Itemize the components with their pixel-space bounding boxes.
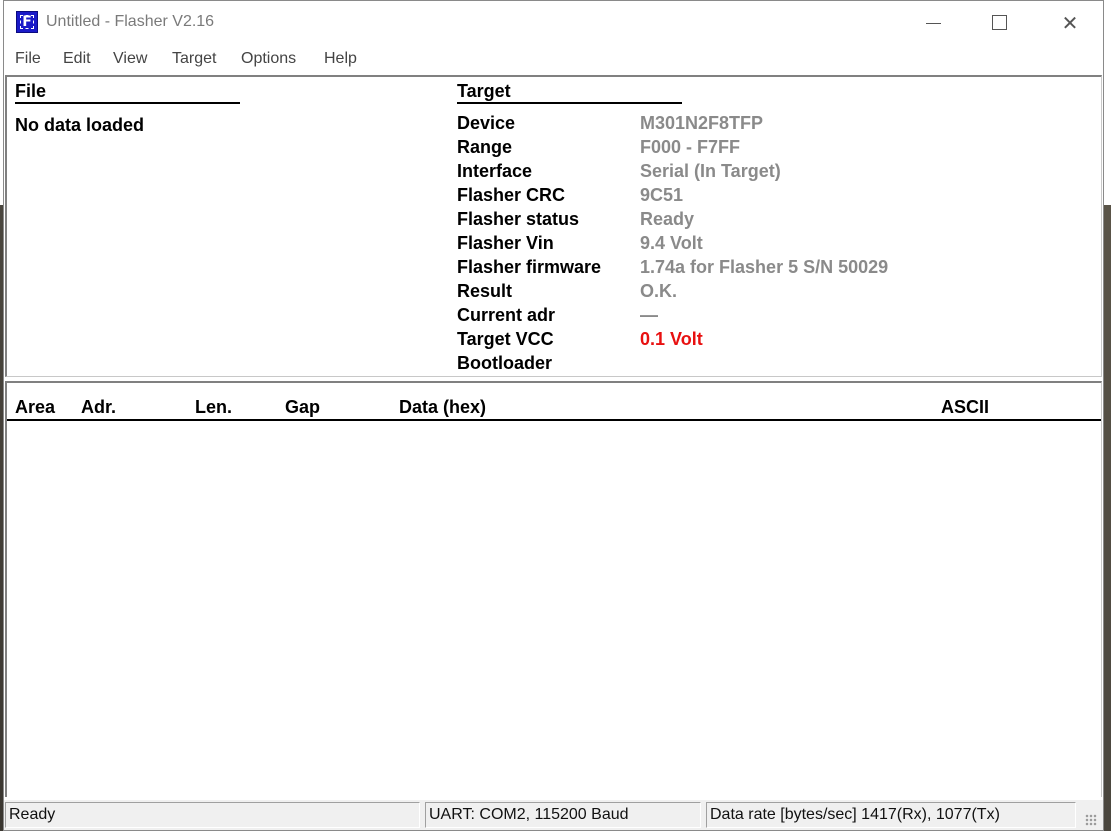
maximize-button[interactable] (976, 1, 1022, 45)
column-header-gap[interactable]: Gap (285, 397, 320, 418)
app-icon[interactable]: F (16, 11, 38, 33)
data-table[interactable]: Area Adr. Len. Gap Data (hex) ASCII (5, 381, 1102, 797)
maximize-icon (992, 15, 1007, 30)
target-label-flasher-status: Flasher status (457, 209, 580, 229)
info-panel: File No data loaded Target Device M301N2… (5, 75, 1102, 377)
target-label-flasher-firmware: Flasher firmware (457, 257, 602, 277)
file-section-heading: File (15, 81, 47, 101)
column-header-len[interactable]: Len. (195, 397, 232, 418)
menu-options[interactable]: Options (241, 50, 296, 68)
menu-target[interactable]: Target (172, 50, 216, 68)
table-header-divider (7, 419, 1101, 421)
file-status: No data loaded (15, 115, 145, 135)
connection-status: UART: COM2, 115200 Baud (425, 802, 701, 828)
column-header-data-hex[interactable]: Data (hex) (399, 397, 486, 418)
target-value-range: F000 - F7FF (640, 137, 741, 157)
menu-edit[interactable]: Edit (63, 50, 91, 68)
target-label-flasher-vin: Flasher Vin (457, 233, 554, 253)
target-label-target-vcc: Target VCC (457, 329, 554, 349)
window-title: Untitled - Flasher V2.16 (46, 13, 215, 30)
target-label-result: Result (457, 281, 513, 301)
target-label-bootloader: Bootloader (457, 353, 553, 373)
target-value-target-vcc: 0.1 Volt (640, 329, 703, 349)
menu-file[interactable]: File (15, 50, 41, 68)
target-value-flasher-vin: 9.4 Volt (640, 233, 703, 253)
menu-help[interactable]: Help (324, 50, 357, 68)
column-header-adr[interactable]: Adr. (81, 397, 116, 418)
minimize-icon (926, 23, 941, 24)
target-value-result: O.K. (640, 281, 678, 301)
close-button[interactable]: ✕ (1047, 1, 1093, 45)
close-icon: ✕ (1061, 11, 1079, 35)
target-section-heading: Target (457, 81, 511, 101)
flasher-window: F Untitled - Flasher V2.16 ✕ File Edit V… (3, 0, 1104, 831)
menu-view[interactable]: View (113, 50, 147, 68)
target-value-flasher-status: Ready (640, 209, 695, 229)
status-text: Ready (5, 802, 420, 828)
target-value-device: M301N2F8TFP (640, 113, 764, 133)
data-rate-status: Data rate [bytes/sec] 1417(Rx), 1077(Tx) (706, 802, 1076, 828)
title-bar[interactable]: F Untitled - Flasher V2.16 ✕ (4, 1, 1103, 45)
target-value-flasher-firmware: 1.74a for Flasher 5 S/N 50029 (640, 257, 889, 277)
desktop-background-right (1104, 0, 1111, 831)
target-value-flasher-crc: 9C51 (640, 185, 684, 205)
target-label-device: Device (457, 113, 516, 133)
column-header-area[interactable]: Area (15, 397, 55, 418)
target-label-interface: Interface (457, 161, 533, 181)
column-header-ascii[interactable]: ASCII (941, 397, 989, 418)
target-value-current-adr: — (640, 305, 658, 325)
target-value-interface: Serial (In Target) (640, 161, 781, 181)
target-label-range: Range (457, 137, 513, 157)
resize-grip-icon[interactable] (1085, 814, 1097, 826)
status-bar: Ready UART: COM2, 115200 Baud Data rate … (4, 800, 1103, 830)
target-heading-underline (457, 102, 682, 104)
menu-bar: File Edit View Target Options Help (4, 47, 1103, 73)
target-label-flasher-crc: Flasher CRC (457, 185, 566, 205)
minimize-button[interactable] (910, 1, 956, 45)
file-heading-underline (15, 102, 240, 104)
target-label-current-adr: Current adr (457, 305, 556, 325)
